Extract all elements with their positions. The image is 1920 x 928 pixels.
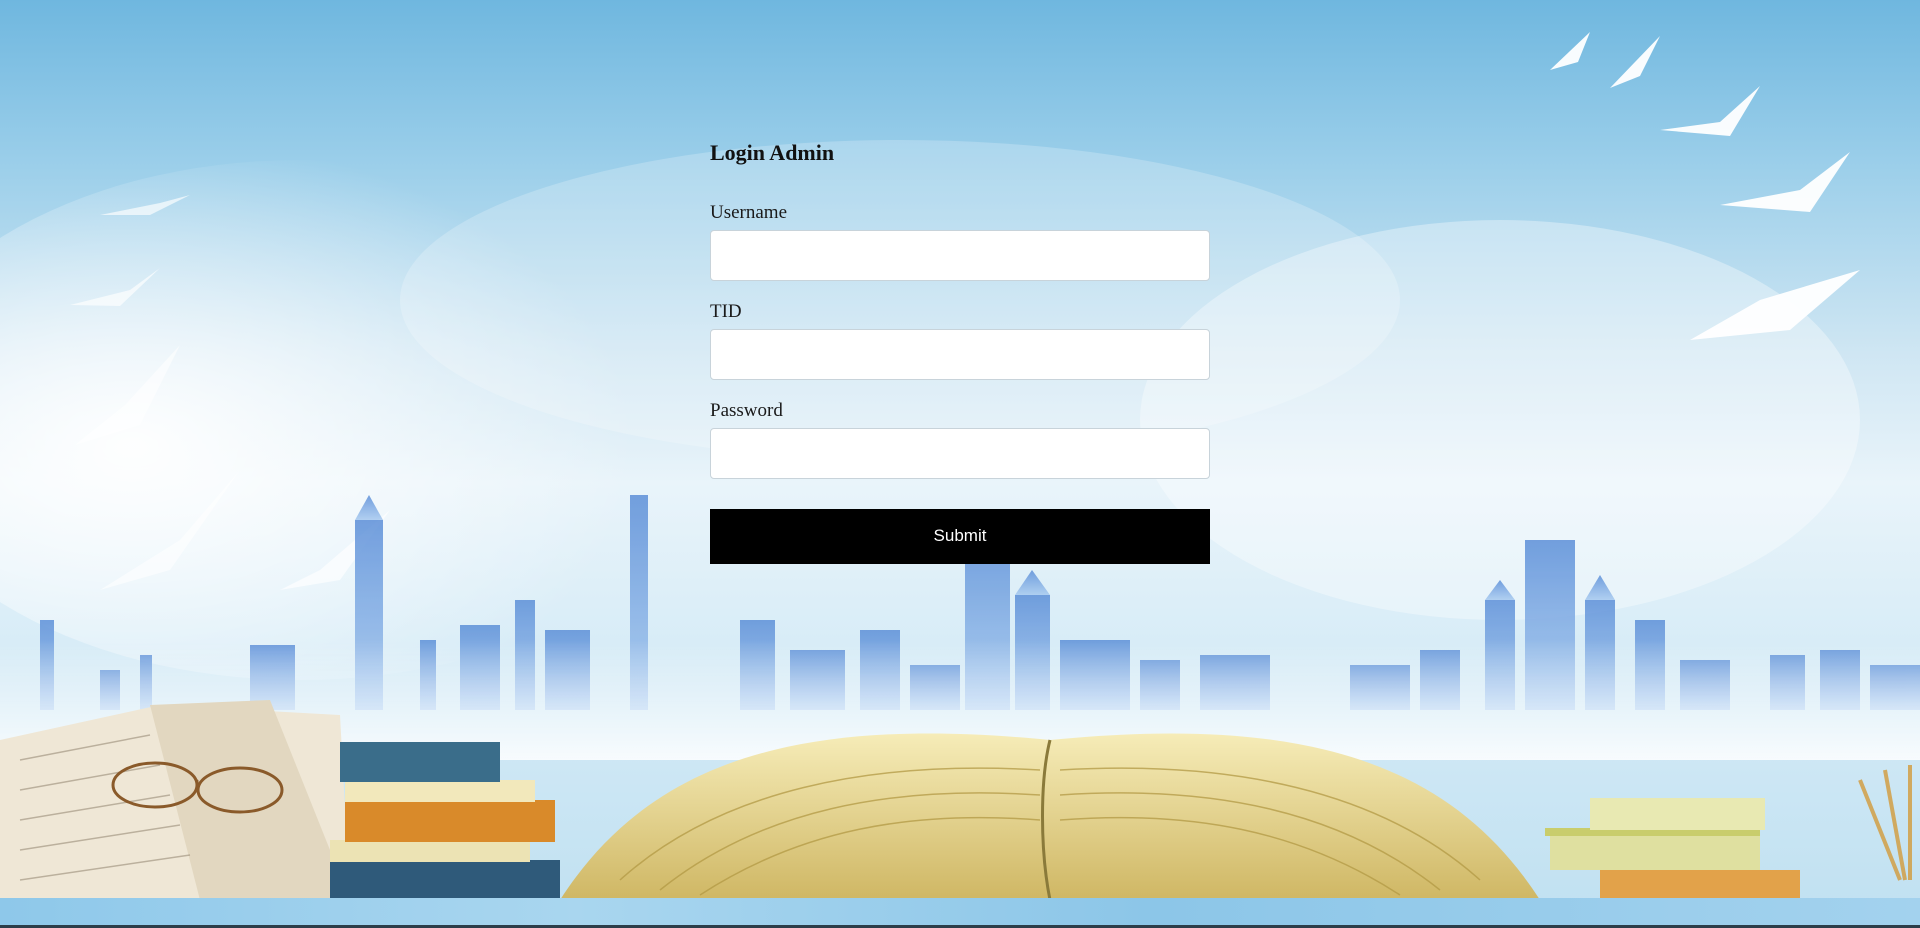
tid-label: TID: [710, 301, 742, 323]
username-label: Username: [710, 202, 788, 224]
plant-right: [1858, 765, 1912, 881]
book-stack-right: [1545, 798, 1800, 900]
book-stack-left: [330, 742, 560, 900]
submit-button[interactable]: Submit: [710, 508, 1210, 564]
login-form: Login Admin Username TID Password Submit: [710, 140, 1210, 564]
password-label: Password: [710, 399, 783, 421]
footer-strip: [0, 898, 1920, 928]
username-input[interactable]: [710, 230, 1210, 282]
tid-input[interactable]: [710, 328, 1210, 380]
page-title: Login Admin: [710, 140, 835, 165]
open-book-left: [0, 700, 350, 900]
password-input[interactable]: [710, 427, 1210, 479]
